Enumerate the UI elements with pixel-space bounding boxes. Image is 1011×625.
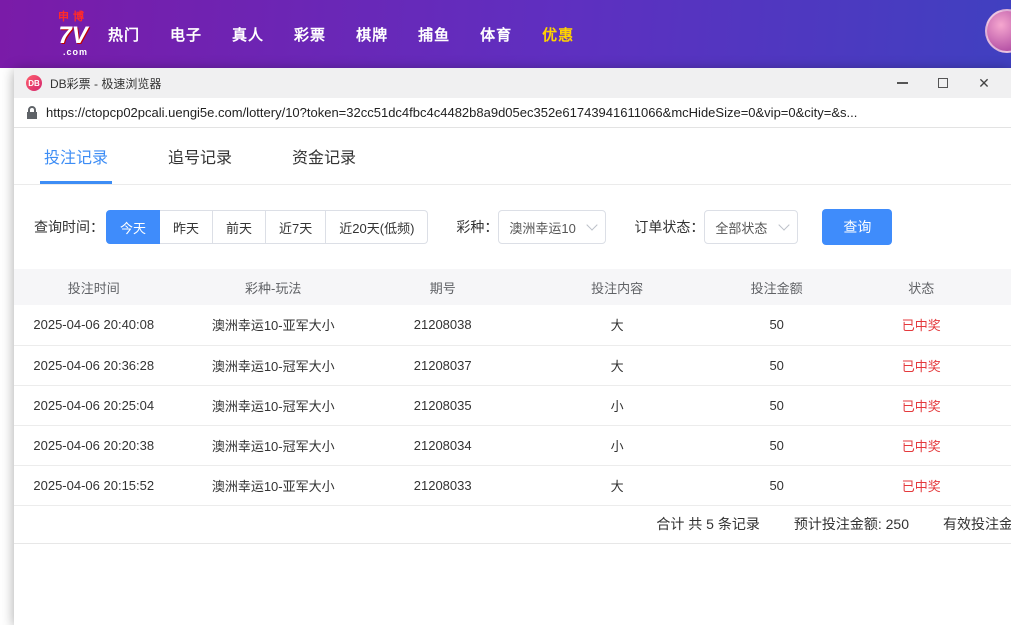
table-row: 2025-04-06 20:36:28 澳洲幸运10-冠军大小 21208037…	[14, 345, 1011, 385]
window-title: DB彩票 - 极速浏览器	[50, 75, 161, 92]
cell-bet-amount: 50	[722, 305, 832, 345]
cell-bet-content: 大	[512, 345, 721, 385]
lottery-type-label: 彩种：	[456, 217, 498, 237]
status-badge: 已中奖	[832, 385, 1011, 425]
cell-bet-time: 2025-04-06 20:15:52	[14, 465, 174, 505]
header-bet-content: 投注内容	[512, 269, 721, 305]
header-game-play: 彩种-玩法	[174, 269, 373, 305]
status-badge: 已中奖	[832, 345, 1011, 385]
time-range-group: 今天 昨天 前天 近7天 近20天(低频)	[106, 210, 428, 244]
tab-chase-records[interactable]: 追号记录	[164, 144, 236, 184]
nav-item-promo[interactable]: 优惠	[542, 24, 574, 45]
logo-text-top: 申博	[58, 12, 88, 23]
user-avatar[interactable]	[985, 9, 1011, 53]
logo-text-main: 7V	[58, 24, 87, 48]
cell-bet-content: 小	[512, 385, 721, 425]
cell-issue: 21208035	[373, 385, 513, 425]
header-bet-time: 投注时间	[14, 269, 174, 305]
header-status: 状态	[832, 269, 1011, 305]
lottery-type-value: 澳洲幸运10	[509, 218, 575, 237]
browser-window: DB DB彩票 - 极速浏览器 ✕ https://ctopcp02pcali.…	[14, 68, 1011, 625]
nav-item-sports[interactable]: 体育	[480, 24, 512, 45]
query-time-label: 查询时间：	[34, 217, 104, 237]
site-logo[interactable]: 申博 7V .com	[58, 12, 88, 57]
bet-records-table: 投注时间 彩种-玩法 期号 投注内容 投注金额 状态 2025-04-06 20…	[14, 269, 1011, 506]
cell-game-play: 澳洲幸运10-冠军大小	[174, 345, 373, 385]
order-status-value: 全部状态	[715, 218, 767, 237]
tab-fund-records[interactable]: 资金记录	[288, 144, 360, 184]
site-nav-menu: 热门 电子 真人 彩票 棋牌 捕鱼 体育 优惠	[108, 24, 574, 45]
window-titlebar[interactable]: DB DB彩票 - 极速浏览器 ✕	[14, 68, 1011, 98]
nav-item-lottery[interactable]: 彩票	[294, 24, 326, 45]
cell-game-play: 澳洲幸运10-冠军大小	[174, 385, 373, 425]
cell-bet-amount: 50	[722, 425, 832, 465]
cell-game-play: 澳洲幸运10-亚军大小	[174, 465, 373, 505]
summary-valid-amount: 有效投注金额	[943, 514, 1011, 534]
page-content: 投注记录 追号记录 资金记录 查询时间： 今天 昨天 前天 近7天 近20天(低…	[14, 128, 1011, 625]
order-status-select[interactable]: 全部状态	[704, 210, 798, 244]
nav-item-live[interactable]: 真人	[232, 24, 264, 45]
cell-bet-time: 2025-04-06 20:25:04	[14, 385, 174, 425]
status-badge: 已中奖	[832, 305, 1011, 345]
status-badge: 已中奖	[832, 465, 1011, 505]
filter-bar: 查询时间： 今天 昨天 前天 近7天 近20天(低频) 彩种： 澳洲幸运10 订…	[14, 185, 1011, 269]
cell-bet-time: 2025-04-06 20:40:08	[14, 305, 174, 345]
time-option-last20days[interactable]: 近20天(低频)	[326, 210, 428, 244]
table-row: 2025-04-06 20:15:52 澳洲幸运10-亚军大小 21208033…	[14, 465, 1011, 505]
lottery-type-select[interactable]: 澳洲幸运10	[498, 210, 606, 244]
order-status-label: 订单状态：	[634, 217, 704, 237]
cell-bet-content: 大	[512, 465, 721, 505]
nav-item-hot[interactable]: 热门	[108, 24, 140, 45]
time-option-yesterday[interactable]: 昨天	[160, 210, 213, 244]
cell-bet-amount: 50	[722, 385, 832, 425]
table-summary: 合计 共 5 条记录 预计投注金额: 250 有效投注金额	[14, 506, 1011, 544]
minimize-icon[interactable]	[895, 76, 909, 90]
logo-text-bottom: .com	[63, 48, 88, 57]
table-row: 2025-04-06 20:20:38 澳洲幸运10-冠军大小 21208034…	[14, 425, 1011, 465]
summary-expected-amount: 预计投注金额: 250	[794, 514, 909, 534]
cell-bet-amount: 50	[722, 345, 832, 385]
cell-issue: 21208033	[373, 465, 513, 505]
cell-issue: 21208037	[373, 345, 513, 385]
table-header-row: 投注时间 彩种-玩法 期号 投注内容 投注金额 状态	[14, 269, 1011, 305]
summary-record-count: 合计 共 5 条记录	[656, 514, 759, 534]
cell-bet-time: 2025-04-06 20:36:28	[14, 345, 174, 385]
nav-item-cards[interactable]: 棋牌	[356, 24, 388, 45]
table-row: 2025-04-06 20:25:04 澳洲幸运10-冠军大小 21208035…	[14, 385, 1011, 425]
search-button[interactable]: 查询	[822, 209, 892, 245]
window-controls: ✕	[895, 76, 999, 90]
lock-icon	[26, 106, 38, 120]
time-option-today[interactable]: 今天	[106, 210, 160, 244]
cell-bet-content: 大	[512, 305, 721, 345]
cell-issue: 21208038	[373, 305, 513, 345]
tab-bet-records[interactable]: 投注记录	[40, 144, 112, 184]
header-bet-amount: 投注金额	[722, 269, 832, 305]
close-icon[interactable]: ✕	[977, 76, 991, 90]
nav-item-slots[interactable]: 电子	[170, 24, 202, 45]
cell-bet-amount: 50	[722, 465, 832, 505]
cell-bet-content: 小	[512, 425, 721, 465]
time-option-last7days[interactable]: 近7天	[266, 210, 326, 244]
url-text[interactable]: https://ctopcp02pcali.uengi5e.com/lotter…	[46, 105, 999, 120]
cell-issue: 21208034	[373, 425, 513, 465]
cell-game-play: 澳洲幸运10-亚军大小	[174, 305, 373, 345]
site-top-nav: 申博 7V .com 热门 电子 真人 彩票 棋牌 捕鱼 体育 优惠	[0, 0, 1011, 68]
header-issue: 期号	[373, 269, 513, 305]
record-tabs: 投注记录 追号记录 资金记录	[14, 128, 1011, 185]
nav-item-fishing[interactable]: 捕鱼	[418, 24, 450, 45]
maximize-icon[interactable]	[936, 76, 950, 90]
app-icon: DB	[26, 75, 42, 91]
time-option-day-before[interactable]: 前天	[213, 210, 266, 244]
status-badge: 已中奖	[832, 425, 1011, 465]
table-row: 2025-04-06 20:40:08 澳洲幸运10-亚军大小 21208038…	[14, 305, 1011, 345]
cell-bet-time: 2025-04-06 20:20:38	[14, 425, 174, 465]
chevron-down-icon	[779, 219, 790, 230]
cell-game-play: 澳洲幸运10-冠军大小	[174, 425, 373, 465]
browser-url-bar[interactable]: https://ctopcp02pcali.uengi5e.com/lotter…	[14, 98, 1011, 128]
chevron-down-icon	[587, 219, 598, 230]
